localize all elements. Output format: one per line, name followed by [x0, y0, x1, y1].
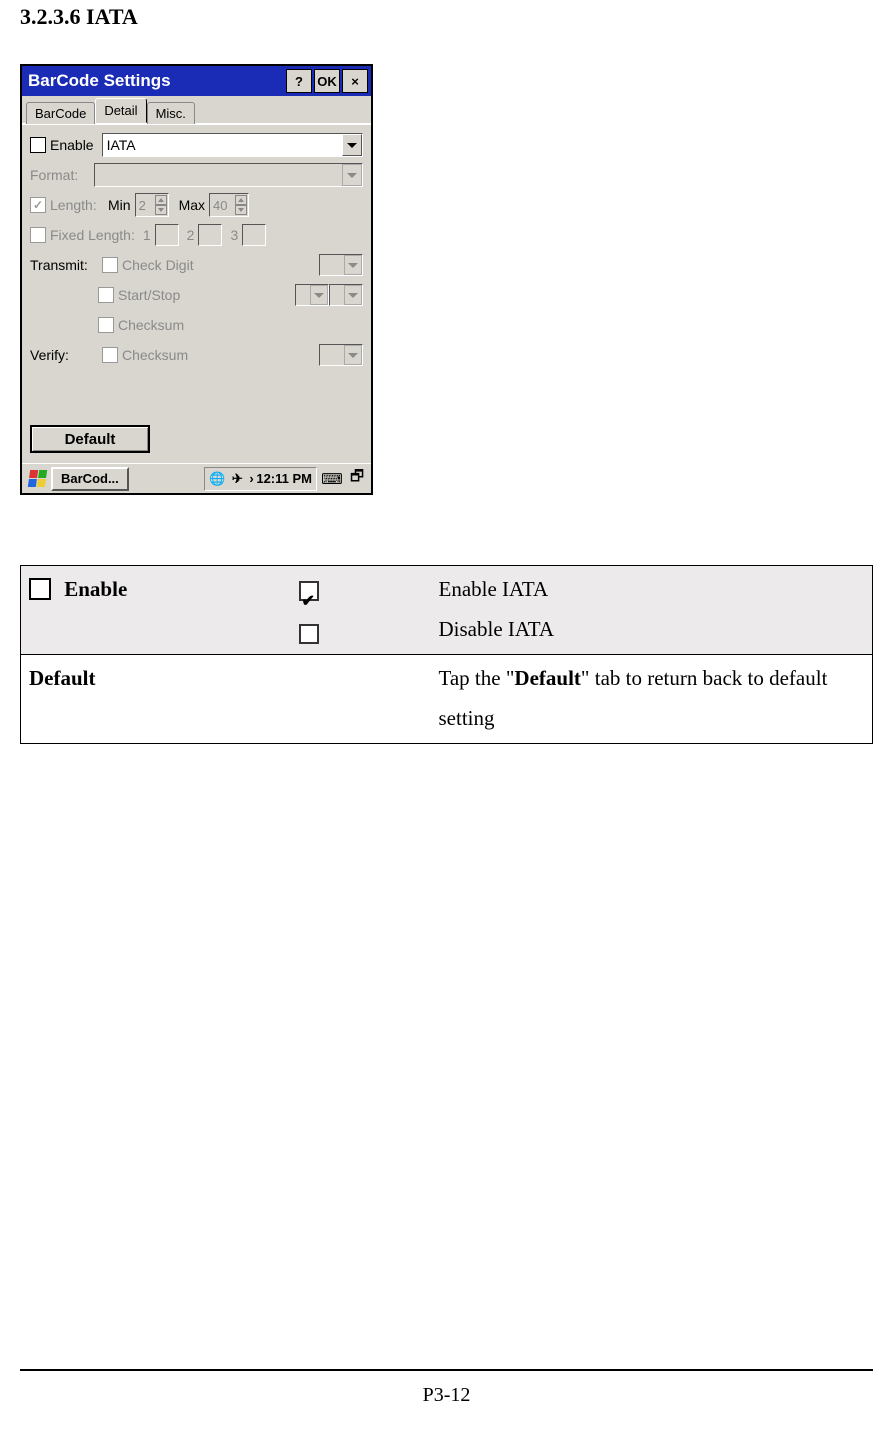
tab-barcode[interactable]: BarCode — [26, 102, 95, 124]
fixed3-field — [242, 224, 266, 246]
transmit-checksum-label: Checksum — [118, 317, 184, 333]
start-button[interactable] — [25, 467, 49, 491]
fixed2-field — [198, 224, 222, 246]
min-value: 2 — [139, 198, 146, 213]
startstop-combo1 — [295, 284, 329, 306]
max-value: 40 — [213, 198, 227, 213]
explanation-table: Enable Enable IATA Disable IATA Default … — [20, 565, 873, 744]
fixed1-label: 1 — [143, 227, 151, 243]
fixed-length-label: Fixed Length: — [50, 227, 135, 243]
keyboard-icon[interactable]: ⌨ — [321, 468, 343, 490]
network-icon[interactable]: 🌐 — [209, 471, 225, 487]
chevron-down-icon — [348, 293, 358, 298]
checkdigit-label: Check Digit — [122, 257, 194, 273]
row1-enable-text: Enable IATA — [439, 577, 549, 601]
desktop-icon[interactable]: 🗗 — [346, 468, 368, 490]
length-checkbox: ✓ — [30, 197, 46, 213]
tab-detail[interactable]: Detail — [95, 98, 146, 123]
ok-button[interactable]: OK — [314, 69, 340, 93]
tab-bar: BarCode Detail Misc. — [22, 96, 371, 124]
help-button[interactable]: ? — [286, 69, 312, 93]
section-heading: 3.2.3.6 IATA — [20, 4, 873, 30]
fixed2-label: 2 — [187, 227, 195, 243]
system-tray: 🌐 ✈ › 12:11 PM — [204, 467, 317, 491]
format-dropdown-button — [342, 164, 362, 186]
clock: 12:11 PM — [256, 471, 312, 486]
transmit-checksum-checkbox — [98, 317, 114, 333]
titlebar: BarCode Settings ? OK × — [22, 66, 371, 96]
symbology-dropdown-button[interactable] — [342, 134, 362, 156]
page-number: P3-12 — [0, 1384, 893, 1407]
fixed3-label: 3 — [230, 227, 238, 243]
verify-label: Verify: — [30, 347, 98, 363]
chevron-down-icon — [347, 143, 357, 148]
close-button[interactable]: × — [342, 69, 368, 93]
min-spinner: 2 — [135, 193, 169, 217]
startstop-combo2 — [329, 284, 363, 306]
transmit-label: Transmit: — [30, 257, 98, 273]
symbology-combo[interactable]: IATA — [102, 133, 363, 157]
checked-icon — [299, 581, 319, 601]
startstop-checkbox — [98, 287, 114, 303]
taskbar: BarCod... 🌐 ✈ › 12:11 PM ⌨ 🗗 — [22, 463, 371, 493]
taskbar-app-button[interactable]: BarCod... — [51, 467, 129, 491]
row1-label: Enable — [64, 577, 127, 601]
max-spinner: 40 — [209, 193, 249, 217]
airplane-icon[interactable]: ✈ — [229, 471, 245, 487]
row1-disable-text: Disable IATA — [439, 617, 555, 641]
panel: Enable IATA Format: ✓ Length: Min 2 — [22, 124, 371, 463]
format-label: Format: — [30, 167, 90, 183]
windows-flag-icon — [27, 470, 46, 487]
max-label: Max — [179, 197, 205, 213]
min-label: Min — [108, 197, 131, 213]
tab-misc[interactable]: Misc. — [147, 102, 195, 124]
fixed1-field — [155, 224, 179, 246]
checkbox-icon — [29, 578, 51, 600]
default-button[interactable]: Default — [30, 425, 150, 453]
length-label: Length: — [50, 197, 102, 213]
chevron-down-icon — [348, 353, 358, 358]
format-combo — [94, 163, 363, 187]
verify-checksum-checkbox — [102, 347, 118, 363]
verify-combo — [319, 344, 363, 366]
chevron-down-icon — [347, 173, 357, 178]
row2-description: Tap the "Default" tab to return back to … — [431, 654, 873, 743]
row2-label: Default — [29, 666, 96, 690]
footer-rule — [20, 1369, 873, 1371]
chevron-down-icon — [348, 263, 358, 268]
enable-label: Enable — [50, 137, 94, 153]
startstop-label: Start/Stop — [118, 287, 180, 303]
symbology-value: IATA — [107, 137, 136, 153]
dialog-title: BarCode Settings — [28, 71, 171, 91]
screenshot-dialog: BarCode Settings ? OK × BarCode Detail M… — [20, 64, 373, 495]
checkdigit-combo — [319, 254, 363, 276]
chevron-down-icon — [314, 293, 324, 298]
checkdigit-checkbox — [102, 257, 118, 273]
unchecked-icon — [299, 624, 319, 644]
enable-checkbox[interactable] — [30, 137, 46, 153]
fixed-length-checkbox — [30, 227, 46, 243]
verify-checksum-label: Checksum — [122, 347, 188, 363]
